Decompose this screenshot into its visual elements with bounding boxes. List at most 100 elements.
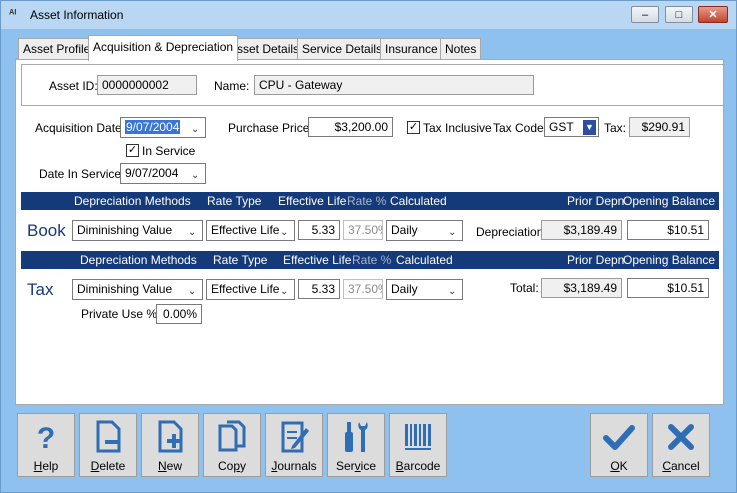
book-calculated-dropdown[interactable]: Daily ⌄ <box>386 220 463 241</box>
name-label: Name: <box>214 79 250 93</box>
date-in-service-picker[interactable]: 9/07/2004 ⌄ <box>120 163 206 184</box>
maximize-button[interactable]: □ <box>665 6 693 23</box>
close-button[interactable]: ✕ <box>698 6 728 23</box>
new-document-icon <box>142 419 198 455</box>
chevron-down-icon: ⌄ <box>188 227 197 238</box>
dropdown-arrow-icon[interactable]: ▼ <box>583 120 596 135</box>
service-button[interactable]: Service <box>327 413 385 477</box>
book-prior-depn-field[interactable]: $3,189.49 <box>541 220 622 240</box>
svg-text:?: ? <box>37 422 55 454</box>
header-rate-type: Rate Type <box>207 194 262 208</box>
tab-service-details[interactable]: Service Details <box>297 38 388 60</box>
journals-button[interactable]: Journals <box>265 413 323 477</box>
tax-amount-field[interactable]: $290.91 <box>629 117 690 137</box>
tax-calculated-dropdown[interactable]: Daily ⌄ <box>386 279 463 300</box>
service-tools-icon <box>328 419 384 455</box>
cancel-button[interactable]: Cancel <box>652 413 710 477</box>
chevron-down-icon: ⌄ <box>280 286 289 297</box>
chevron-down-icon: ⌄ <box>191 170 200 181</box>
tax-header-band: Depreciation Methods Rate Type Effective… <box>21 251 719 269</box>
asset-id-label: Asset ID: <box>49 79 98 93</box>
ok-caption: OK <box>610 459 628 473</box>
tax-effective-life-field[interactable]: 5.33 <box>298 279 340 299</box>
header-depreciation-methods: Depreciation Methods <box>80 253 197 267</box>
checkmark-icon <box>591 419 647 455</box>
tab-notes[interactable]: Notes <box>440 38 482 60</box>
book-header-band: Depreciation Methods Rate Type Effective… <box>21 192 719 210</box>
header-prior-depn: Prior Depn <box>567 253 625 267</box>
tax-rate-type-value: Effective Life <box>211 282 280 296</box>
in-service-checkbox[interactable]: ✓ <box>126 144 139 157</box>
chevron-down-icon: ⌄ <box>188 286 197 297</box>
header-opening-balance: Opening Balance <box>623 253 716 267</box>
asset-information-window: ᴬᴵ Asset Information – □ ✕ Asset Profile… <box>0 0 737 493</box>
window-title: Asset Information <box>30 8 124 22</box>
new-caption: New <box>157 459 182 473</box>
help-button[interactable]: ? Help <box>17 413 75 477</box>
barcode-caption: Barcode <box>395 459 441 473</box>
help-caption: Help <box>33 459 59 473</box>
tax-calculated-value: Daily <box>391 282 418 296</box>
delete-document-icon <box>80 419 136 455</box>
tax-label: Tax <box>27 280 54 299</box>
private-use-field[interactable]: 0.00% <box>156 304 202 324</box>
copy-caption: Copy <box>217 459 247 473</box>
header-effective-life: Effective Life <box>278 194 347 208</box>
book-opening-balance-field[interactable]: $10.51 <box>627 220 709 240</box>
book-method-dropdown[interactable]: Diminishing Value ⌄ <box>72 220 203 241</box>
tax-opening-balance-field[interactable]: $10.51 <box>627 278 709 298</box>
tax-rate-type-dropdown[interactable]: Effective Life ⌄ <box>206 279 295 300</box>
cancel-x-icon <box>653 419 709 455</box>
identity-group: Asset ID: 0000000002 Name: CPU - Gateway <box>21 64 725 106</box>
book-rate-type-dropdown[interactable]: Effective Life ⌄ <box>206 220 295 241</box>
date-in-service-label: Date In Service: <box>39 167 125 181</box>
acquisition-date-picker[interactable]: 9/07/2004 ⌄ <box>120 117 206 138</box>
chevron-down-icon: ⌄ <box>280 227 289 238</box>
barcode-button[interactable]: Barcode <box>389 413 447 477</box>
barcode-icon <box>390 419 446 455</box>
delete-button[interactable]: Delete <box>79 413 137 477</box>
header-effective-life: Effective Life <box>283 253 352 267</box>
book-method-value: Diminishing Value <box>77 223 173 237</box>
tax-inclusive-checkbox[interactable]: ✓ <box>407 121 420 134</box>
header-calculated: Calculated <box>396 253 453 267</box>
tab-asset-profile[interactable]: Asset Profile <box>18 38 96 60</box>
name-field[interactable]: CPU - Gateway <box>254 75 534 95</box>
tax-code-dropdown[interactable]: GST ▼ <box>544 117 599 137</box>
tax-method-value: Diminishing Value <box>77 282 173 296</box>
close-icon: ✕ <box>708 9 718 21</box>
new-button[interactable]: New <box>141 413 199 477</box>
book-effective-life-field[interactable]: 5.33 <box>298 220 340 240</box>
maximize-icon: □ <box>675 9 683 21</box>
book-rate-pct-field: 37.50% <box>343 220 383 240</box>
minimize-icon: – <box>641 9 649 21</box>
tab-panel: Asset ID: 0000000002 Name: CPU - Gateway… <box>15 59 725 405</box>
acquisition-date-value: 9/07/2004 <box>125 120 181 134</box>
tax-method-dropdown[interactable]: Diminishing Value ⌄ <box>72 279 203 300</box>
book-calculated-value: Daily <box>391 223 418 237</box>
ok-button[interactable]: OK <box>590 413 648 477</box>
header-prior-depn: Prior Depn <box>567 194 625 208</box>
header-opening-balance: Opening Balance <box>623 194 716 208</box>
asset-id-field[interactable]: 0000000002 <box>97 75 197 95</box>
tax-rate-pct-field: 37.50% <box>343 279 383 299</box>
app-icon: ᴬᴵ <box>9 8 17 20</box>
copy-button[interactable]: Copy <box>203 413 261 477</box>
minimize-button[interactable]: – <box>631 6 659 23</box>
help-icon: ? <box>18 419 74 455</box>
tab-insurance[interactable]: Insurance <box>380 38 443 60</box>
tax-prior-depn-field[interactable]: $3,189.49 <box>541 278 622 298</box>
chevron-down-icon: ⌄ <box>448 286 457 297</box>
tab-acquisition-depreciation[interactable]: Acquisition & Depreciation <box>88 35 239 61</box>
copy-icon <box>204 419 260 455</box>
chevron-down-icon: ⌄ <box>448 227 457 238</box>
header-rate-type: Rate Type <box>213 253 268 267</box>
header-rate-pct: Rate % <box>347 194 387 208</box>
cancel-caption: Cancel <box>662 459 700 473</box>
tax-code-label: Tax Code: <box>493 121 548 135</box>
service-caption: Service <box>335 459 377 473</box>
header-rate-pct: Rate % <box>352 253 392 267</box>
title-bar[interactable]: ᴬᴵ Asset Information – □ ✕ <box>1 1 736 29</box>
purchase-price-field[interactable]: $3,200.00 <box>308 117 393 137</box>
bottom-toolbar: ? Help Delete New Copy Journals Service … <box>15 405 724 491</box>
